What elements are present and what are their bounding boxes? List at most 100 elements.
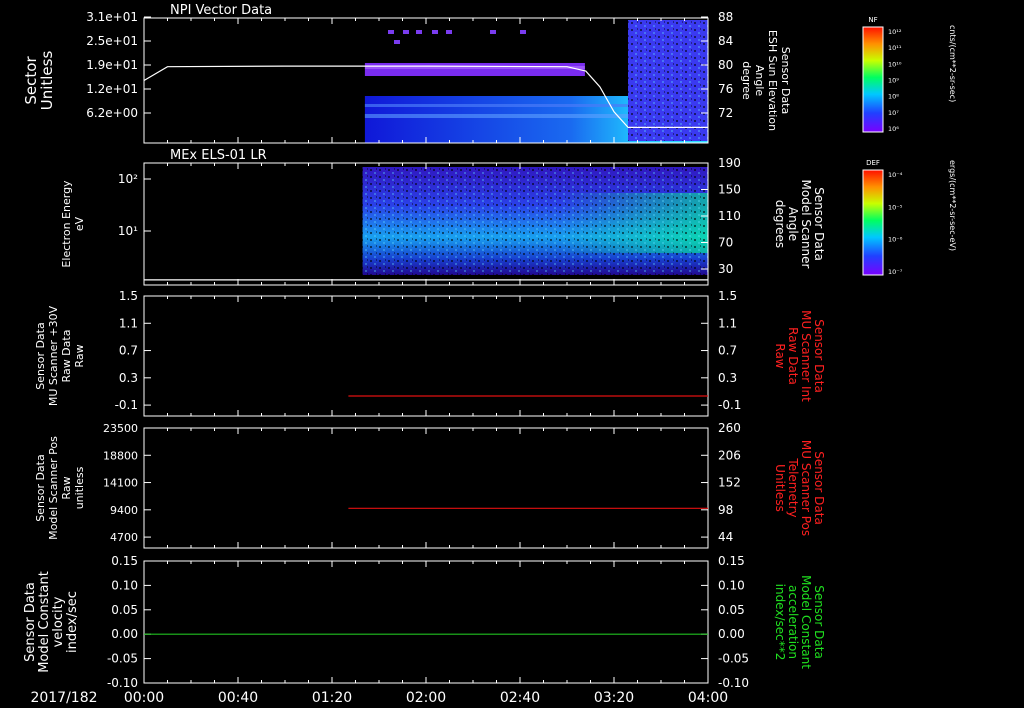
y-tick-label: 10² <box>118 172 138 186</box>
panel-5: 0.15 0.10 0.05 0.00 -0.05 -0.10 0.15 0.10 0.05 0.… <box>23 554 826 690</box>
y-tick-label: 3.1e+01 <box>86 10 138 24</box>
y-tick-label: 1.5 <box>119 289 138 303</box>
y2-tick-label: 0.05 <box>718 603 745 617</box>
y2-axis-label: Angle <box>786 207 800 241</box>
y-tick-label: 23500 <box>103 422 138 435</box>
y-tick-label: 0.7 <box>119 344 138 358</box>
y2-tick-label: 0.15 <box>718 554 745 568</box>
colorbar-nf-title: NF <box>868 16 877 24</box>
y2-axis-label: MU Scanner Int <box>799 310 813 402</box>
x-tick-label: 00:40 <box>218 690 258 706</box>
heatmap-cell <box>388 30 394 34</box>
panel-frame <box>143 427 709 549</box>
y2-axis-label: index/sec**2 <box>773 584 787 661</box>
y2-tick-label: 206 <box>718 448 741 462</box>
heatmap-cell <box>490 30 496 34</box>
x-tick-label: 00:00 <box>124 690 164 706</box>
y2-axis-label: Telemetry <box>786 457 800 517</box>
y-axis-label: velocity <box>51 596 66 647</box>
y2-axis-label: Model Scanner <box>799 180 813 269</box>
y2-tick-label: 110 <box>718 209 741 223</box>
y-tick-label: 1.1 <box>119 316 138 330</box>
heatmap-cell <box>520 30 526 34</box>
y2-axis-label: Sensor Data <box>812 451 826 525</box>
y-tick-label: 1.9e+01 <box>86 58 138 72</box>
y-axis-label: Raw <box>73 344 86 367</box>
y2-axis-label: Sensor Data <box>812 319 826 393</box>
y2-tick-label: 98 <box>718 503 733 517</box>
heatmap-band-mid <box>364 63 585 76</box>
y-tick-label: -0.1 <box>115 398 138 412</box>
colorbar-def-units: ergs/(cm**2-sr-sec-eV) <box>948 160 957 251</box>
y2-tick-label: 88 <box>718 10 733 24</box>
y-tick-label: -0.10 <box>107 676 138 690</box>
panel-title: MEx ELS-01 LR <box>170 148 267 163</box>
y-axis-label: index/sec <box>65 591 80 653</box>
y2-axis-label: ESH Sun Elevation <box>766 30 779 131</box>
y-axis-label: Raw Data <box>60 330 73 383</box>
chart-canvas: 3.1e+01 2.5e+01 1.9e+01 1.2e+01 6.2e+00 88 84 8… <box>22 3 957 706</box>
y2-tick-label: 84 <box>718 34 733 48</box>
y-tick-label: 0.3 <box>119 371 138 385</box>
colorbar-nf-units: cnts/(cm**2-sr-sec) <box>948 25 957 102</box>
y2-tick-label: 1.5 <box>718 289 737 303</box>
colorbar-def-title: DEF <box>866 159 880 167</box>
y2-axis-label: Angle <box>753 65 766 97</box>
heatmap-cell <box>446 30 452 34</box>
y-axis-label: Sensor Data <box>23 582 38 662</box>
y2-tick-label: -0.05 <box>718 652 749 666</box>
panel-2: 10² 10¹ 190 150 110 70 30 MEx ELS-01 LR Electron… <box>60 148 826 286</box>
y2-tick-label: 80 <box>718 58 733 72</box>
y2-tick-label: 0.00 <box>718 627 745 641</box>
y-axis-label: Model Scanner Pos <box>47 436 60 540</box>
y-axis-label: Unitless <box>38 51 56 111</box>
y-tick-label: 1.2e+01 <box>86 82 138 96</box>
y2-tick-label: 76 <box>718 82 733 96</box>
colorbar-tick-label: 10¹⁰ <box>888 60 902 68</box>
y2-axis-label: acceleration <box>786 585 800 659</box>
y2-tick-label: 30 <box>718 262 733 276</box>
colorbar-tick-label: 10⁻⁴ <box>888 171 903 179</box>
y-axis-label: Raw <box>60 476 73 499</box>
y2-axis-label: degree <box>740 61 753 100</box>
y-tick-label: 14100 <box>103 477 138 490</box>
heatmap-cell <box>394 40 400 44</box>
panel-frame <box>143 560 709 684</box>
y-axis-label: MU Scanner +30V <box>47 305 60 406</box>
y2-tick-label: 260 <box>718 421 741 435</box>
y-axis-label: Model Constant <box>37 571 52 673</box>
y2-tick-label: 152 <box>718 476 741 490</box>
y2-tick-label: 70 <box>718 236 733 250</box>
heatmap-cell <box>416 30 422 34</box>
y-axis-label: unitless <box>73 466 86 509</box>
heatmap-texture <box>628 20 708 141</box>
colorbar-def <box>863 170 883 275</box>
y2-tick-label: 0.3 <box>718 371 737 385</box>
panel-title: NPI Vector Data <box>170 3 272 18</box>
colorbar-tick-label: 10¹¹ <box>888 44 902 52</box>
y2-axis-label: Model Constant <box>799 575 813 669</box>
x-tick-label: 02:00 <box>406 690 446 706</box>
heatmap-texture <box>362 167 708 275</box>
y2-axis-label: Unitless <box>773 464 787 512</box>
y2-axis-label: Raw Data <box>786 327 800 385</box>
y-tick-label: 0.10 <box>111 578 138 592</box>
colorbar-tick-label: 10⁻⁶ <box>888 236 903 244</box>
y2-tick-label: 0.10 <box>718 578 745 592</box>
colorbar-nf <box>863 27 883 132</box>
y-tick-label: 10¹ <box>118 224 138 238</box>
x-tick-label: 02:40 <box>500 690 540 706</box>
heatmap-cell <box>403 30 409 34</box>
y2-axis-label: MU Scanner Pos <box>799 440 813 536</box>
y-tick-label: 0.05 <box>111 603 138 617</box>
y2-tick-label: 0.7 <box>718 344 737 358</box>
panel-4: 23500 18800 14100 9400 4700 260 206 152 98 44 Sens… <box>34 421 826 549</box>
y2-tick-label: 190 <box>718 156 741 170</box>
y-tick-label: 2.5e+01 <box>86 34 138 48</box>
colorbar-tick-label: 10⁻⁷ <box>888 268 903 276</box>
y-axis-label: Sensor Data <box>34 454 47 521</box>
y-axis-label: Electron Energy <box>60 180 73 268</box>
colorbar-tick-label: 10⁷ <box>888 109 899 117</box>
y-axis-label: Sensor Data <box>34 322 47 389</box>
y2-axis-label: Sensor Data <box>812 585 826 659</box>
